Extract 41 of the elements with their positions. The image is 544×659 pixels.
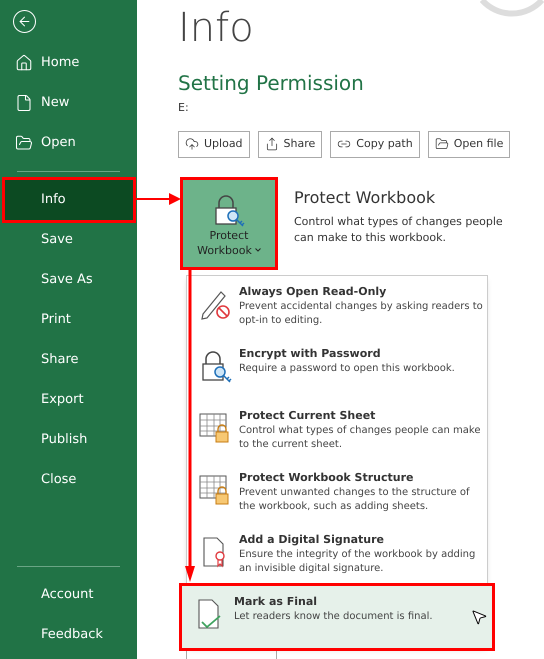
sidebar-item[interactable]: Save [5,220,133,260]
menu-item-description: Let readers know the document is final. [234,610,434,624]
document-title: Setting Permission [178,70,365,97]
menu-item-title: Mark as Final [234,594,318,610]
sidebar-item[interactable]: Info [5,180,133,220]
action-button[interactable]: Copy path [330,130,420,158]
menu-item-title: Protect Workbook Structure [239,470,414,486]
menu-item[interactable]: Always Open Read-Only Prevent accidental changes by asking readers to opt-in to editing. [197,276,487,338]
menu-item[interactable]: Protect Current Sheet Control what types of changes people can make to the current sheet. [197,400,487,462]
section-heading: Protect Workbook [294,186,436,208]
sidebar-item[interactable]: New [5,83,133,123]
menu-item-description: Prevent accidental changes by asking readers to opt-in to editing. [239,300,484,328]
sidebar-item[interactable]: Close [5,460,133,500]
menu-item-description: Control what types of changes people can make to the current sheet. [239,424,482,452]
page-title: Info [178,8,254,48]
menu-item[interactable]: Encrypt with Password Require a password to open this workbook. [197,338,487,400]
sidebar-item[interactable]: Export [5,380,133,420]
sidebar-item[interactable]: Open [5,123,133,163]
sidebar-item[interactable]: Account [5,575,133,615]
sidebar-item[interactable]: Publish [5,420,133,460]
sidebar-item[interactable]: Feedback [5,615,133,655]
sidebar-item[interactable]: Save As [5,260,133,300]
menu-item-description: Require a password to open this workbook. [239,362,456,376]
action-button[interactable]: Open file [428,130,510,158]
menu-item-title: Add a Digital Signature [239,532,385,548]
menu-item[interactable]: Add a Digital Signature Ensure the integrity of the workbook by adding an invisible digital signature. [197,524,487,586]
menu-item-description: Prevent unwanted changes to the structure of the workbook, such as adding sheets. [239,486,471,514]
section-description: Control what types of changes people can make to this workbook. [294,214,504,246]
menu-item[interactable]: Protect Workbook Structure Prevent unwanted changes to the structure of the workbook, such as adding sheets. [197,462,487,524]
sidebar-item[interactable]: Print [5,300,133,340]
action-button[interactable]: Upload [178,130,250,158]
menu-item-description: Ensure the integrity of the workbook by adding an invisible digital signature. [239,548,476,576]
menu-item-title: Always Open Read-Only [239,284,388,300]
sidebar-item[interactable]: Share [5,340,133,380]
protect-workbook-button[interactable]: Protect Workbook [183,180,275,266]
sidebar-item[interactable]: Home [5,43,133,83]
menu-item-title: Protect Current Sheet [239,408,376,424]
menu-item-title: Encrypt with Password [239,346,382,362]
document-path: E: [178,100,190,116]
action-button[interactable]: Share [258,130,322,158]
menu-item[interactable]: Mark as Final Let readers know the document is final. [182,586,492,648]
